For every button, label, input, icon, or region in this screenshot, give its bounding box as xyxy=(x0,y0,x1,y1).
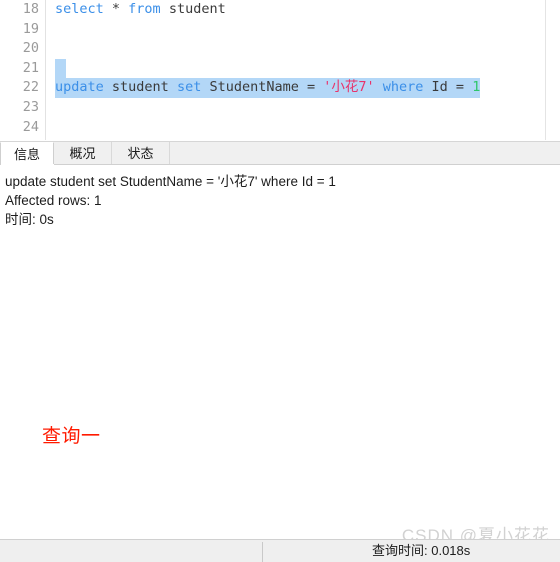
result-duration-line: 时间: 0s xyxy=(5,212,54,227)
code-content-area[interactable]: select * from student update student set… xyxy=(46,0,560,140)
line-number-gutter: 18 19 20 21 22 23 24 xyxy=(0,0,46,140)
line-number: 24 xyxy=(22,118,39,135)
tab-overview[interactable]: 概况 xyxy=(54,142,112,165)
code-line[interactable] xyxy=(46,39,560,59)
editor-vertical-scrollbar[interactable] xyxy=(545,0,560,140)
code-line[interactable] xyxy=(46,20,560,40)
red-annotation-label: 查询一 xyxy=(42,426,101,447)
sql-text: Id = xyxy=(423,79,473,96)
line-number: 23 xyxy=(22,98,39,115)
status-bar-divider xyxy=(262,542,263,562)
result-statement-line: update student set StudentName = '小花7' w… xyxy=(5,174,336,189)
selection-highlight: update student set StudentName = '小花7' w… xyxy=(55,78,481,98)
results-info-panel: update student set StudentName = '小花7' w… xyxy=(0,165,560,537)
sql-keyword: set xyxy=(176,79,202,96)
sql-text: StudentName = xyxy=(201,79,324,96)
sql-keyword: update xyxy=(55,79,104,96)
sql-keyword: where xyxy=(382,79,424,96)
results-tabstrip: 信息 概况 状态 xyxy=(0,141,560,166)
sql-text: student xyxy=(103,79,177,96)
query-time-label: 查询时间: 0.018s xyxy=(372,543,471,558)
code-line-selected[interactable]: update student set StudentName = '小花7' w… xyxy=(46,78,560,98)
line-number: 18 xyxy=(22,1,39,17)
result-affected-rows-line: Affected rows: 1 xyxy=(5,193,102,208)
sql-string-literal: '小花7' xyxy=(323,79,375,96)
sql-number-literal: 1 xyxy=(472,79,481,96)
code-line[interactable] xyxy=(46,98,560,118)
line-number: 21 xyxy=(22,59,39,76)
line-number: 22 xyxy=(22,79,39,96)
sql-text: * xyxy=(103,1,129,17)
sql-keyword: from xyxy=(128,1,161,17)
line-number: 19 xyxy=(22,20,39,37)
selection-highlight xyxy=(55,58,66,79)
tab-info[interactable]: 信息 xyxy=(0,142,54,166)
sql-text: student xyxy=(160,1,226,17)
sql-keyword: select xyxy=(55,1,104,17)
tab-status[interactable]: 状态 xyxy=(112,142,170,165)
code-line[interactable]: select * from student xyxy=(46,0,560,20)
code-line[interactable] xyxy=(46,118,560,138)
code-line-selected-empty[interactable] xyxy=(46,58,560,79)
sql-code-editor[interactable]: 18 19 20 21 22 23 24 select * from stude… xyxy=(0,0,560,140)
line-number: 20 xyxy=(22,40,39,57)
status-bar: 查询时间: 0.018s xyxy=(0,539,560,562)
